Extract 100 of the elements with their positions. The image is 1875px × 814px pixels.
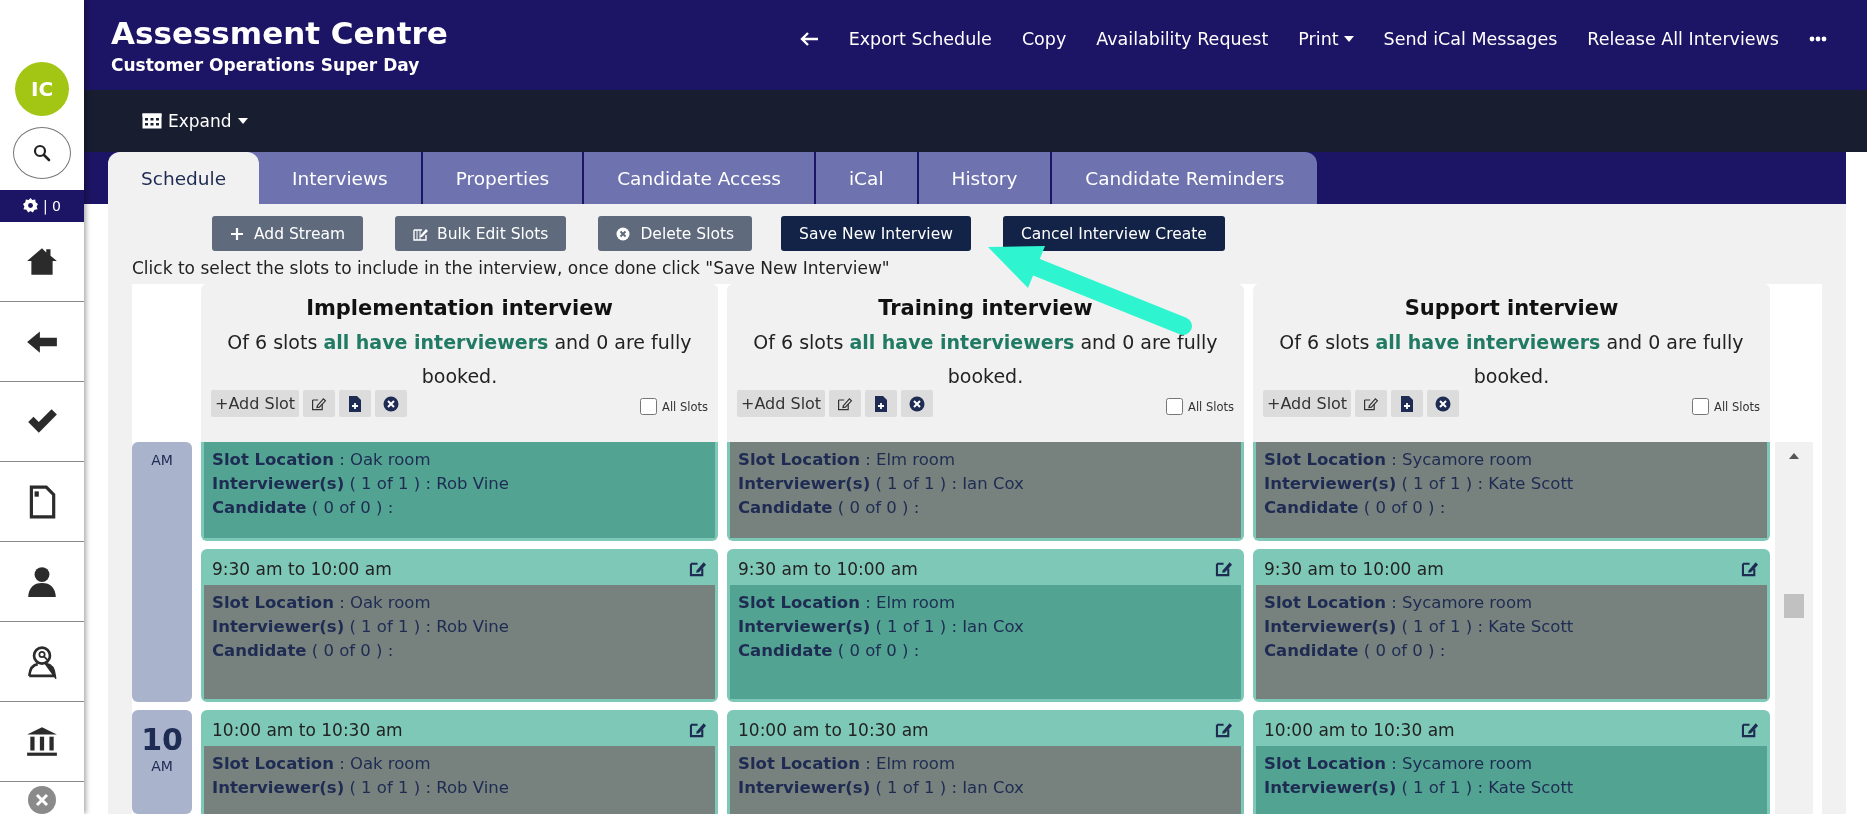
delete-button[interactable] — [901, 390, 934, 417]
slot-location: Slot Location : Elm room — [738, 753, 956, 775]
time-slot[interactable]: 9:30 am to 10:00 am Slot Location : Sycamore room Interviewer(s) ( 1 of 1 ) : Kate Scott Candidate ( 0 of 0 ) : — [1253, 549, 1770, 702]
slot-interviewers: Interviewer(s) ( 1 of 1 ) : Rob Vine — [212, 777, 510, 799]
close-icon[interactable] — [28, 786, 56, 814]
time-slot[interactable]: 10:00 am to 10:30 am Slot Location : Oak room Interviewer(s) ( 1 of 1 ) : Rob Vine — [201, 710, 718, 814]
back-button[interactable] — [798, 31, 819, 47]
header-link[interactable]: Release All Interviews — [1587, 29, 1779, 49]
slot-time: 10:00 am to 10:30 am — [212, 719, 403, 740]
scrollbar[interactable] — [1775, 442, 1813, 814]
slot-location: Slot Location : Oak room — [212, 449, 432, 471]
more-button[interactable] — [1809, 36, 1827, 42]
tab[interactable]: Schedule — [108, 152, 259, 204]
file-plus-icon — [1400, 395, 1415, 412]
checkbox-label: All Slots — [662, 399, 708, 414]
action-button[interactable]: Bulk Edit Slots — [395, 216, 567, 251]
edit-icon — [413, 226, 430, 241]
time-slot[interactable]: 10:00 am to 10:30 am Slot Location : Sycamore room Interviewer(s) ( 1 of 1 ) : Kate Scott — [1253, 710, 1770, 814]
time-slot[interactable]: Slot Location : Oak room Interviewer(s) ( 1 of 1 ) : Rob Vine Candidate ( 0 of 0 ) : — [201, 442, 718, 541]
search-icon — [33, 144, 51, 162]
checkbox-label: All Slots — [1714, 399, 1760, 414]
delete-button[interactable] — [1427, 390, 1460, 417]
close-circle-icon — [909, 395, 926, 412]
edit-icon[interactable] — [1741, 721, 1760, 738]
edit-icon — [837, 395, 854, 412]
copy-button[interactable] — [1391, 390, 1424, 417]
instruction-text: Click to select the slots to include in the interview, once done click "Save New Interview" — [132, 258, 891, 280]
stream-summary: Of 6 slots all have interviewers and 0 are fully booked. — [1278, 330, 1745, 389]
edit-button[interactable] — [303, 390, 336, 417]
stream-title: Implementation interview — [306, 296, 613, 320]
slot-time: 9:30 am to 10:00 am — [1264, 558, 1444, 579]
delete-button[interactable] — [375, 390, 408, 417]
slot-interviewers: Interviewer(s) ( 1 of 1 ) : Kate Scott — [1264, 473, 1575, 495]
person-icon — [25, 564, 59, 599]
edit-icon[interactable] — [1215, 721, 1234, 738]
page-subtitle: Customer Operations Super Day — [111, 55, 421, 75]
slot-location: Slot Location : Sycamore room — [1264, 592, 1534, 614]
checkbox-label: All Slots — [1188, 399, 1234, 414]
period-label: AM — [151, 758, 173, 774]
slot-interviewers: Interviewer(s) ( 1 of 1 ) : Ian Cox — [738, 616, 1025, 638]
edit-button[interactable] — [1355, 390, 1388, 417]
close-circle-icon — [383, 395, 400, 412]
edit-icon — [1363, 395, 1380, 412]
slot-candidate: Candidate ( 0 of 0 ) : — [738, 497, 921, 519]
slot-interviewers: Interviewer(s) ( 1 of 1 ) : Rob Vine — [212, 473, 510, 495]
person-search-icon — [25, 644, 59, 679]
stream-title: Training interview — [878, 296, 1093, 320]
slot-interviewers: Interviewer(s) ( 1 of 1 ) : Kate Scott — [1264, 616, 1575, 638]
action-button[interactable]: Add Stream — [212, 216, 364, 251]
action-button[interactable]: Delete Slots — [598, 216, 753, 251]
slot-candidate: Candidate ( 0 of 0 ) : — [212, 640, 395, 662]
gear-icon — [22, 198, 38, 214]
edit-icon[interactable] — [1215, 560, 1234, 577]
slot-interviewers: Interviewer(s) ( 1 of 1 ) : Ian Cox — [738, 777, 1025, 799]
back-arrow-icon — [798, 31, 819, 47]
all-slots-checkbox[interactable] — [1692, 398, 1710, 415]
notification-count: | 0 — [42, 197, 62, 214]
scrollbar-thumb[interactable] — [1784, 594, 1804, 618]
add-slot-button[interactable]: +Add Slot — [1263, 390, 1352, 417]
stream-title: Support interview — [1404, 296, 1619, 320]
all-slots-checkbox[interactable] — [1166, 398, 1184, 415]
header-link[interactable]: Availability Request — [1096, 29, 1269, 49]
expand-button[interactable]: Expand — [142, 111, 248, 131]
page-title: Assessment Centre — [111, 15, 448, 51]
copy-button[interactable] — [865, 390, 898, 417]
scroll-up-icon[interactable] — [1789, 453, 1799, 459]
slot-time: 10:00 am to 10:30 am — [1264, 719, 1455, 740]
hour-label: 10 — [141, 724, 183, 756]
plus-icon — [230, 226, 246, 241]
period-label: AM — [151, 452, 173, 468]
all-slots-checkbox[interactable] — [640, 398, 658, 415]
header-link[interactable]: Export Schedule — [848, 29, 992, 49]
edit-icon[interactable] — [1741, 560, 1760, 577]
add-slot-button[interactable]: +Add Slot — [211, 390, 300, 417]
header-link[interactable]: Print — [1298, 29, 1354, 49]
slot-time: 9:30 am to 10:00 am — [738, 558, 918, 579]
edit-button[interactable] — [829, 390, 862, 417]
edit-icon[interactable] — [689, 721, 708, 738]
file-plus-icon — [874, 395, 889, 412]
add-slot-button[interactable]: +Add Slot — [737, 390, 826, 417]
tab[interactable]: Interviews — [259, 152, 421, 204]
slot-candidate: Candidate ( 0 of 0 ) : — [1264, 497, 1447, 519]
action-button[interactable]: Cancel Interview Create — [1002, 216, 1225, 251]
time-slot[interactable]: 10:00 am to 10:30 am Slot Location : Elm room Interviewer(s) ( 1 of 1 ) : Ian Cox — [727, 710, 1244, 814]
slot-time: 10:00 am to 10:30 am — [738, 719, 929, 740]
edit-icon[interactable] — [689, 560, 708, 577]
slot-location: Slot Location : Oak room — [212, 753, 432, 775]
header-link[interactable]: Copy — [1021, 29, 1067, 49]
slot-interviewers: Interviewer(s) ( 1 of 1 ) : Kate Scott — [1264, 777, 1575, 799]
slot-candidate: Candidate ( 0 of 0 ) : — [738, 640, 921, 662]
file-plus-icon — [348, 395, 363, 412]
close-circle-icon — [1435, 395, 1452, 412]
slot-location: Slot Location : Elm room — [738, 449, 956, 471]
slot-candidate: Candidate ( 0 of 0 ) : — [212, 497, 395, 519]
stream-summary: Of 6 slots all have interviewers and 0 are fully booked. — [752, 330, 1219, 389]
action-button[interactable]: Save New Interview — [781, 216, 971, 251]
header-link[interactable]: Send iCal Messages — [1383, 29, 1558, 49]
time-slot[interactable]: 9:30 am to 10:00 am Slot Location : Oak room Interviewer(s) ( 1 of 1 ) : Rob Vine Candidate ( 0 of 0 ) : — [201, 549, 718, 702]
time-slot[interactable]: 9:30 am to 10:00 am Slot Location : Elm room Interviewer(s) ( 1 of 1 ) : Ian Cox Candidate ( 0 of 0 ) : — [727, 549, 1244, 702]
copy-button[interactable] — [339, 390, 372, 417]
